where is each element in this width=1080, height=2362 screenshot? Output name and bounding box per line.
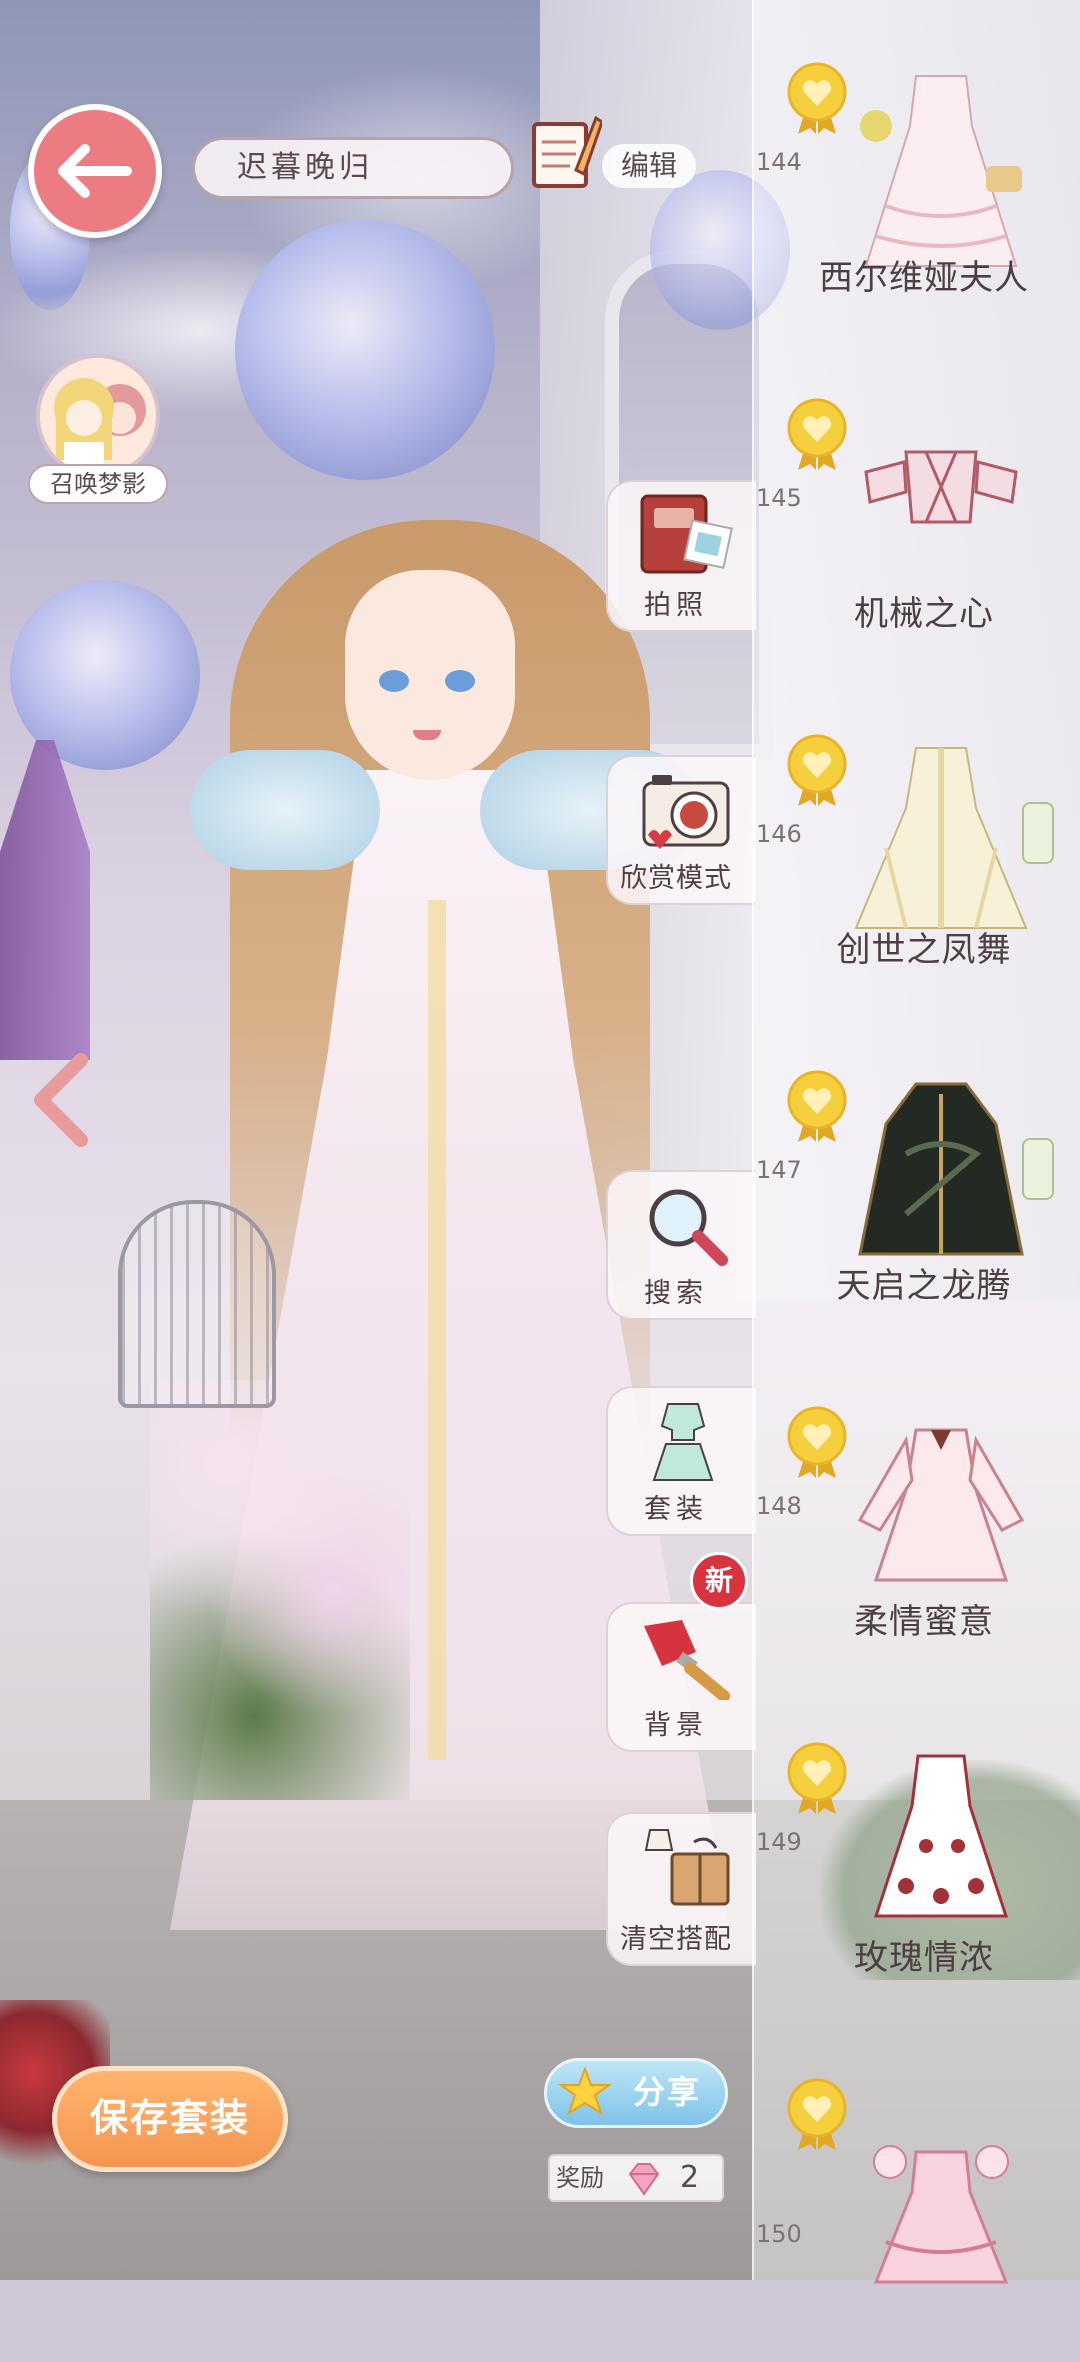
rose-gown-icon [873,1754,1009,1918]
notepad-pencil-icon [532,115,602,188]
gold-medal-icon [787,734,847,806]
potion-bottle-icon [1022,802,1054,864]
character-eye [445,670,475,692]
list-item[interactable]: 145 机械之心 [754,346,1080,682]
hanging-flower-ball [235,220,495,480]
list-item[interactable]: 144 西尔维娅夫人 [754,10,1080,346]
clear-outfit-label: 清空搭配 [620,1924,732,1955]
birdcage [118,1200,276,1408]
search-button[interactable]: 搜索 [606,1170,756,1320]
box-icon [644,1829,730,1906]
item-number: 149 [756,1828,802,1856]
gold-medal-icon [787,62,847,134]
list-item[interactable]: 150 [754,2026,1080,2362]
corset-icon [864,450,1018,524]
item-number: 147 [756,1156,802,1184]
list-item[interactable]: 146 创世之凤舞 [754,682,1080,1018]
photo-label: 拍照 [644,590,708,621]
black-dragon-robe-icon [858,1082,1024,1256]
item-number: 150 [756,2220,802,2248]
item-number: 145 [756,484,802,512]
appreciate-mode-button[interactable]: 欣赏模式 [606,755,756,905]
outfit-set-label: 套装 [644,1494,708,1525]
new-badge: 新 [690,1552,748,1610]
gold-medal-icon [787,398,847,470]
item-name: 机械之心 [854,594,994,634]
edit-label: 编辑 [602,144,696,188]
clear-outfit-button[interactable]: 清空搭配 [606,1812,756,1966]
gold-medal-icon [787,1406,847,1478]
white-gown-icon [860,75,1022,267]
item-name: 天启之龙腾 [836,1266,1012,1306]
outfit-list[interactable]: 144 西尔维娅夫人 145 机械之心 146 创世之凤舞 147 天启之龙腾 … [752,0,1080,2284]
character-face [345,570,515,780]
potion-bottle-icon [1022,1138,1054,1200]
reward-box: 奖励 2 [548,2154,724,2202]
summon-dream-shadow-button[interactable]: 召唤梦影 [28,354,168,504]
camera-icon [642,775,730,849]
list-item[interactable]: 149 玫瑰情浓 [754,1690,1080,2026]
reward-count: 2 [680,2160,700,2195]
item-number: 146 [756,820,802,848]
item-number: 144 [756,148,802,176]
flower-bush [150,1380,410,1800]
photo-button[interactable]: 拍照 [606,480,756,632]
item-name: 西尔维娅夫人 [819,258,1029,298]
dress-ribbon [428,900,446,1760]
share-label: 分享 [633,2073,702,2111]
pink-dress-icon [857,1428,1025,1582]
outfit-name-field[interactable]: 迟暮晚归 [192,137,514,199]
outfit-set-button[interactable]: 套装 [606,1386,756,1536]
avatar [36,354,160,478]
gold-medal-icon [787,1070,847,1142]
photo-album-icon [640,494,733,574]
chevron-left-icon[interactable] [26,1050,96,1150]
arrow-left-icon [58,144,132,198]
star-hand-icon [557,2066,613,2116]
outfit-icon [652,1403,714,1481]
edit-button[interactable]: 编辑 [520,110,696,200]
item-name: 玫瑰情浓 [854,1938,994,1978]
gold-medal-icon [787,2078,847,2150]
paintbrush-icon [644,1620,730,1700]
gold-medal-icon [787,1742,847,1814]
magnifier-icon [649,1189,728,1266]
character-lips [413,730,441,740]
pink-ruffle-dress-icon [873,2145,1009,2284]
back-button[interactable] [28,104,162,238]
share-button[interactable]: 分享 [544,2058,728,2128]
save-outfit-button[interactable]: 保存套装 [52,2066,288,2172]
reward-label: 奖励 [556,2164,604,2192]
appreciate-mode-label: 欣赏模式 [620,863,732,894]
summon-label: 召唤梦影 [28,464,168,504]
background-label: 背景 [644,1710,708,1741]
list-item[interactable]: 147 天启之龙腾 [754,1018,1080,1354]
item-name: 柔情蜜意 [854,1602,994,1642]
character-eye [379,670,409,692]
cream-gown-icon [854,747,1028,929]
fur-stole-left [190,750,380,870]
search-label: 搜索 [644,1278,708,1309]
item-number: 148 [756,1492,802,1520]
item-name: 创世之凤舞 [836,930,1012,970]
list-item[interactable]: 148 柔情蜜意 [754,1354,1080,1690]
background-button[interactable]: 背景 [606,1602,756,1752]
diamond-icon [628,2163,660,2196]
chibi-characters-icon [40,358,156,474]
